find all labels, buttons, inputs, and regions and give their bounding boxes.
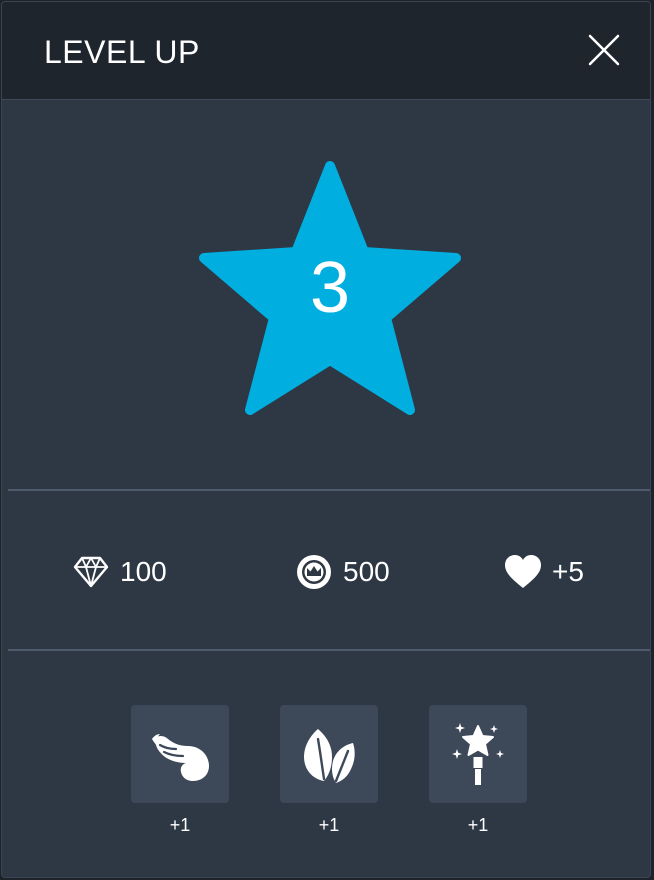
item-wing-label: +1 bbox=[169, 815, 191, 835]
wing-icon bbox=[152, 734, 209, 781]
item-leaf-label: +1 bbox=[318, 815, 340, 835]
close-icon bbox=[588, 34, 620, 66]
dialog-header: LEVEL UP bbox=[2, 2, 650, 100]
dialog-title: LEVEL UP bbox=[44, 34, 200, 70]
divider-bottom bbox=[8, 649, 650, 651]
heart-count: +5 bbox=[552, 556, 584, 587]
reward-coins: 500 bbox=[295, 550, 390, 594]
level-up-dialog: LEVEL UP 3 100 500 +5 +1 +1 +1 bbox=[1, 1, 651, 878]
level-star: 3 bbox=[198, 160, 462, 416]
diamond-count: 100 bbox=[120, 556, 167, 587]
heart-icon bbox=[505, 555, 541, 588]
close-button[interactable] bbox=[586, 32, 622, 68]
item-wing[interactable] bbox=[131, 705, 229, 803]
leaf-icon bbox=[304, 729, 355, 783]
crown-coin-icon bbox=[297, 555, 331, 589]
magic-wand-icon bbox=[452, 723, 504, 785]
divider-top bbox=[8, 489, 650, 491]
coin-count: 500 bbox=[343, 556, 390, 587]
level-number: 3 bbox=[309, 248, 351, 328]
reward-diamonds: 100 bbox=[72, 550, 167, 594]
reward-hearts: +5 bbox=[504, 550, 584, 594]
item-leaf[interactable] bbox=[280, 705, 378, 803]
diamond-icon bbox=[73, 556, 109, 588]
item-magic-wand-label: +1 bbox=[467, 815, 489, 835]
item-magic-wand[interactable] bbox=[429, 705, 527, 803]
